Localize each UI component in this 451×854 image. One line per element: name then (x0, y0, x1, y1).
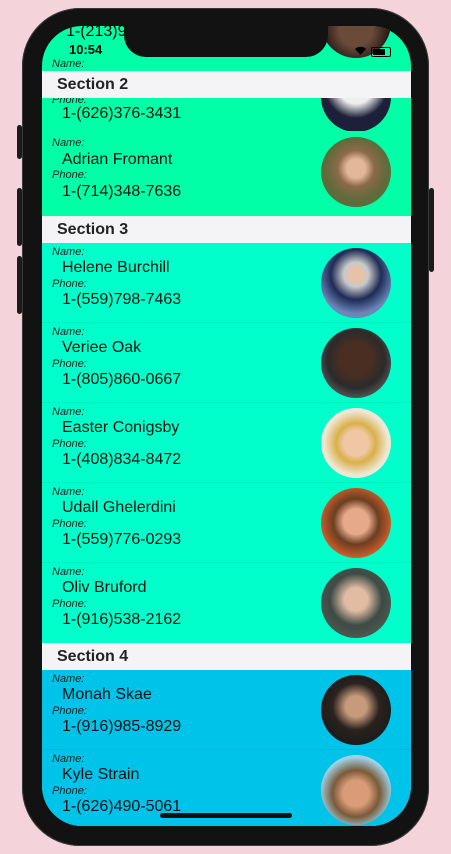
list-item[interactable]: Name: Easter Conigsby Phone: 1-(408)834-… (42, 403, 411, 483)
contact-phone: 1-(714)348-7636 (62, 183, 182, 200)
contact-phone: 1-(916)985-8929 (62, 718, 182, 735)
phone-label: Phone: (52, 278, 87, 290)
section-header: Section 3 (42, 216, 411, 243)
phone-label: Phone: (52, 785, 87, 797)
contact-name: Kyle Strain (62, 766, 140, 783)
avatar (321, 755, 391, 825)
avatar (321, 137, 391, 207)
contact-name: Oliv Bruford (62, 579, 147, 596)
section-header: Section 4 (42, 643, 411, 670)
contact-phone: 1-(408)834-8472 (62, 451, 182, 468)
contact-name: Adrian Fromant (62, 151, 173, 168)
avatar (321, 408, 391, 478)
notch (124, 26, 328, 57)
name-label: Name: (52, 246, 85, 258)
phone-label: Phone: (52, 358, 87, 370)
avatar (321, 568, 391, 638)
name-label: Name: (52, 406, 85, 418)
contact-name: Veriee Oak (62, 339, 142, 356)
list-item[interactable]: Name: Oliv Bruford Phone: 1-(916)538-216… (42, 563, 411, 643)
partial-phone-text: 1-(213)9 (66, 26, 127, 40)
contact-name: Monah Skae (62, 686, 152, 703)
avatar (321, 488, 391, 558)
name-label: Name: (52, 673, 85, 685)
section-title: Section 4 (57, 648, 129, 665)
list-item[interactable]: Name: Monah Skae Phone: 1-(916)985-8929 (42, 670, 411, 750)
section-title: Section 3 (57, 221, 129, 238)
name-label: Name: (52, 486, 85, 498)
avatar (321, 675, 391, 745)
name-label: Name: (52, 137, 85, 149)
phone-label: Phone: (52, 598, 87, 610)
wifi-icon (354, 43, 367, 61)
list-item[interactable]: Name: Veriee Oak Phone: 1-(805)860-0667 (42, 323, 411, 403)
mute-switch (17, 125, 22, 159)
volume-up-button (17, 188, 22, 246)
contact-list-screen[interactable]: 1-(213)9 10:54 Name: Phone: 1-(626)376-3… (42, 26, 411, 826)
section-header: Section 2 (42, 71, 411, 98)
contact-name: Helene Burchill (62, 259, 170, 276)
phone-label: Phone: (52, 438, 87, 450)
phone-label: Phone: (52, 705, 87, 717)
partial-name-label: Name: (52, 58, 85, 70)
volume-down-button (17, 256, 22, 314)
status-icons (354, 43, 391, 61)
home-indicator[interactable] (160, 813, 292, 818)
contact-name: Easter Conigsby (62, 419, 180, 436)
section-title: Section 2 (57, 76, 129, 93)
list-item[interactable]: Name: Helene Burchill Phone: 1-(559)798-… (42, 243, 411, 323)
power-button (429, 188, 434, 272)
contact-phone: 1-(916)538-2162 (62, 611, 182, 628)
avatar (321, 328, 391, 398)
contact-phone: 1-(559)798-7463 (62, 291, 182, 308)
contact-name: Udall Ghelerdini (62, 499, 176, 516)
name-label: Name: (52, 753, 85, 765)
list-item[interactable]: Name: Udall Ghelerdini Phone: 1-(559)776… (42, 483, 411, 563)
contact-phone: 1-(805)860-0667 (62, 371, 182, 388)
contact-phone: 1-(626)376-3431 (62, 105, 182, 122)
battery-icon (371, 47, 391, 57)
status-time: 10:54 (69, 42, 103, 57)
contact-phone: 1-(559)776-0293 (62, 531, 182, 548)
name-label: Name: (52, 326, 85, 338)
name-label: Name: (52, 566, 85, 578)
phone-label: Phone: (52, 169, 87, 181)
avatar (321, 248, 391, 318)
phone-label: Phone: (52, 518, 87, 530)
list-item[interactable]: Name: Adrian Fromant Phone: 1-(714)348-7… (42, 131, 411, 216)
